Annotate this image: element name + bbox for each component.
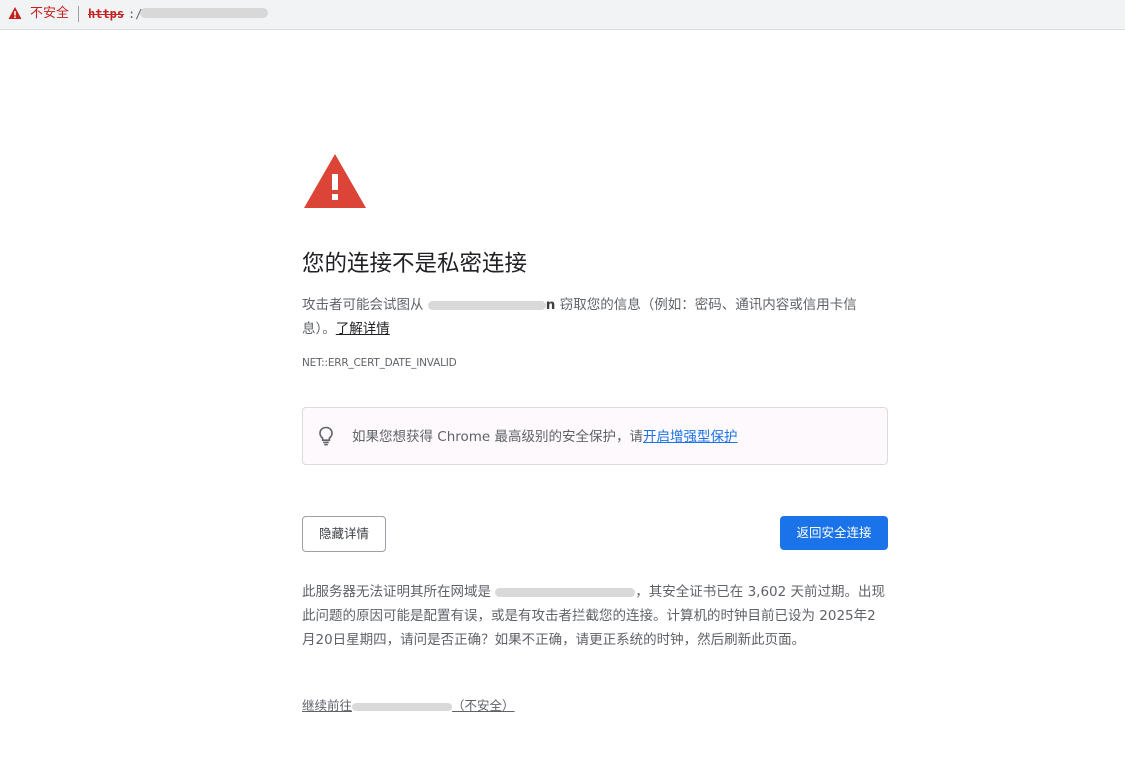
redacted-host <box>495 587 636 597</box>
warning-description: 攻击者可能会试图从 n 窃取您的信息（例如：密码、通讯内容或信用卡信息）。了解详… <box>302 293 888 341</box>
url-scheme[interactable]: https <box>88 6 124 22</box>
hide-details-button[interactable]: 隐藏详情 <box>302 516 386 552</box>
redacted-host <box>352 702 453 711</box>
promo-text: 如果您想获得 Chrome 最高级别的安全保护，请开启增强型保护 <box>352 427 738 447</box>
address-separator <box>78 6 79 22</box>
desc-text-before: 攻击者可能会试图从 <box>302 297 428 313</box>
enhanced-protection-promo: 如果您想获得 Chrome 最高级别的安全保护，请开启增强型保护 <box>302 407 888 465</box>
enable-enhanced-protection-link[interactable]: 开启增强型保护 <box>643 429 738 445</box>
desc-host-fragment: n <box>545 297 556 313</box>
security-status-label[interactable]: 不安全 <box>30 6 69 22</box>
error-code: NET::ERR_CERT_DATE_INVALID <box>302 357 457 369</box>
lightbulb-icon <box>319 426 333 446</box>
details-text: 此服务器无法证明其所在网域是 ，其安全证书已在 3,602 天前过期。出现此问题… <box>302 580 888 652</box>
warning-triangle-icon <box>304 154 366 208</box>
proceed-prefix: 继续前往 <box>302 698 353 713</box>
redacted-url <box>140 8 268 18</box>
promo-message: 如果您想获得 Chrome 最高级别的安全保护，请 <box>352 429 644 445</box>
learn-more-link[interactable]: 了解详情 <box>336 321 390 337</box>
redacted-host <box>427 300 546 310</box>
details-text-before: 此服务器无法证明其所在网域是 <box>302 584 496 600</box>
back-to-safety-button[interactable]: 返回安全连接 <box>780 516 888 550</box>
proceed-unsafe-link[interactable]: 继续前往 （不安全） <box>302 697 515 715</box>
proceed-suffix: （不安全） <box>452 698 515 713</box>
warning-triangle-icon[interactable] <box>8 6 22 20</box>
page-title: 您的连接不是私密连接 <box>302 251 528 277</box>
address-bar[interactable]: 不安全 https :/ <box>0 0 1125 30</box>
